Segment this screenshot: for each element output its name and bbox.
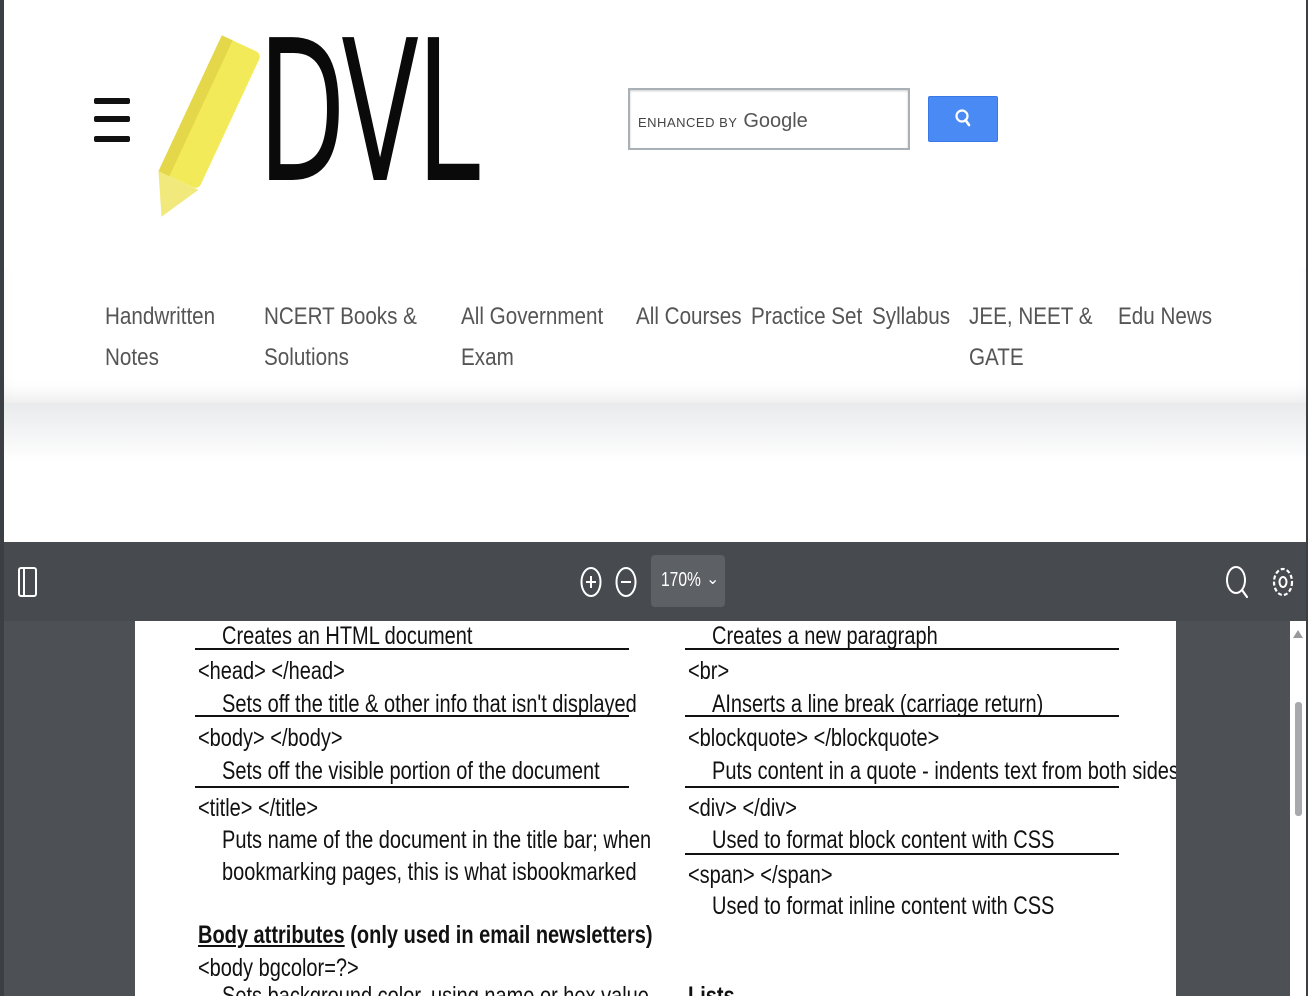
pencil-icon xyxy=(158,35,260,217)
search-icon xyxy=(955,109,971,127)
doc-line: Sets off the visible portion of the docu… xyxy=(222,757,600,785)
chevron-down-icon: ⌄ xyxy=(706,571,720,588)
doc-tag: <blockquote> </blockquote> xyxy=(688,724,940,752)
search-icon[interactable] xyxy=(1224,564,1250,600)
nav-shadow xyxy=(4,403,1306,463)
doc-line: Creates an HTML document xyxy=(222,622,473,650)
doc-divider xyxy=(685,786,1119,788)
doc-line: bookmarking pages, this is what isbookma… xyxy=(222,858,637,886)
zoom-in-icon[interactable] xyxy=(578,566,604,598)
nav-item-ncert-books[interactable]: NCERT Books & Solutions xyxy=(264,296,417,378)
gear-icon[interactable] xyxy=(1270,564,1296,600)
pdf-page: Creates an HTML document <head> </head> … xyxy=(135,621,1176,996)
scrollbar-thumb[interactable] xyxy=(1295,702,1302,816)
nav-item-all-courses[interactable]: All Courses xyxy=(636,296,742,337)
nav-item-government-exam[interactable]: All Government Exam xyxy=(461,296,603,378)
doc-line: Puts name of the document in the title b… xyxy=(222,826,652,854)
doc-divider xyxy=(195,715,629,717)
nav-item-syllabus[interactable]: Syllabus xyxy=(872,296,950,337)
doc-line: Used to format block content with CSS xyxy=(712,826,1055,854)
scroll-up-icon[interactable] xyxy=(1293,630,1303,638)
doc-tag: <head> </head> xyxy=(198,657,345,685)
doc-tag: <title> </title> xyxy=(198,794,319,822)
site-logo[interactable]: DVL xyxy=(140,0,480,240)
zoom-out-icon[interactable] xyxy=(613,566,639,598)
doc-line: Creates a new paragraph xyxy=(712,622,938,650)
nav-item-handwritten-notes[interactable]: Handwritten Notes xyxy=(105,296,215,378)
nav-item-jee-neet-gate[interactable]: JEE, NEET & GATE xyxy=(969,296,1093,378)
nav-item-edu-news[interactable]: Edu News xyxy=(1118,296,1212,337)
doc-tag: <br> xyxy=(688,657,730,685)
sidebar-toggle-icon[interactable] xyxy=(16,566,40,598)
doc-divider xyxy=(685,853,1119,855)
doc-line: Sets background color, using name or hex… xyxy=(222,982,649,996)
search-branding: ENHANCED BY Google xyxy=(638,110,808,132)
menu-icon[interactable] xyxy=(94,98,130,146)
doc-tag: <body> </body> xyxy=(198,724,343,752)
logo-text: DVL xyxy=(258,0,480,227)
doc-divider xyxy=(195,786,629,788)
doc-tag: <div> </div> xyxy=(688,794,797,822)
doc-divider xyxy=(195,648,629,650)
doc-section-heading: Lists xyxy=(688,982,735,996)
doc-divider xyxy=(685,715,1119,717)
doc-line: Used to format inline content with CSS xyxy=(712,892,1055,920)
nav-item-practice-set[interactable]: Practice Set xyxy=(751,296,862,337)
zoom-level-select[interactable]: 170% ⌄ xyxy=(651,555,725,607)
doc-tag: <body bgcolor=?> xyxy=(198,954,359,982)
doc-line: Puts content in a quote - indents text f… xyxy=(712,757,1176,785)
doc-divider xyxy=(685,648,1119,650)
doc-tag: <span> </span> xyxy=(688,861,833,889)
zoom-level-value: 170% xyxy=(661,569,701,591)
search-button[interactable] xyxy=(928,96,998,142)
search-input[interactable]: ENHANCED BY Google xyxy=(628,88,910,150)
doc-section-heading: Body attributes (only used in email news… xyxy=(198,921,653,949)
